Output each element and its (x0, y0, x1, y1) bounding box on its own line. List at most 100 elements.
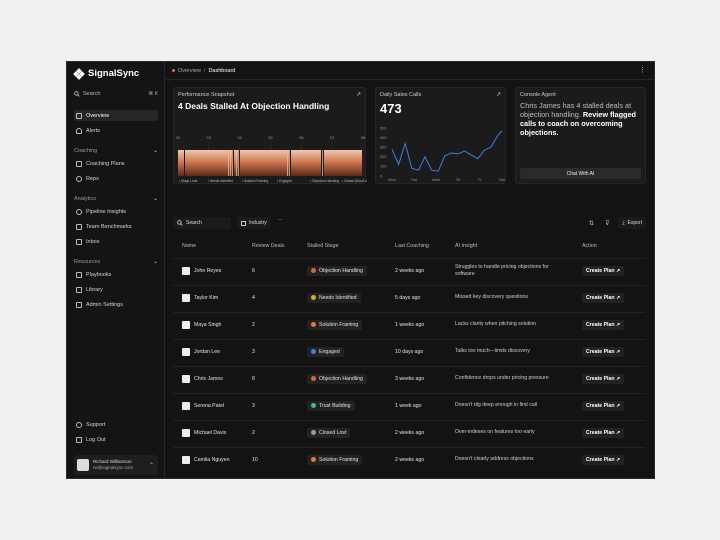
row-checkbox[interactable] (182, 266, 190, 275)
row-checkbox[interactable] (182, 347, 190, 356)
chat-with-ai-button[interactable]: Chat With AI (520, 168, 641, 179)
more-vertical-icon[interactable]: ⋮ (639, 66, 646, 74)
action-cell: Create Plan ↗ (582, 313, 625, 336)
more-horizontal-icon[interactable]: ··· (277, 217, 283, 223)
library-icon (76, 286, 82, 293)
name-cell: Maya Singh (182, 313, 221, 336)
row-checkbox[interactable] (182, 428, 190, 437)
review-deals-cell: 8 (252, 375, 255, 382)
name-cell: John Reyes (182, 259, 221, 282)
insight-text: Missed key discovery questions (455, 294, 528, 301)
x-tick-label: Sat (499, 178, 506, 182)
header-review-deals[interactable]: Review Deals (252, 243, 284, 249)
table-row[interactable]: Serena Patel 3 Trust Building 1 week ago Doe… (173, 393, 646, 416)
sort-icon[interactable]: ⇅ (586, 217, 596, 229)
x-tick-label: Fr (478, 178, 482, 182)
sidebar-item-label: Library (86, 286, 103, 293)
sidebar-item-admin-settings[interactable]: Admin Settings (74, 299, 158, 310)
header-name[interactable]: Name (182, 243, 196, 249)
table-row[interactable]: Maya Singh 2 Solution Framing 1 weeks ago La… (173, 312, 646, 335)
breadcrumb-parent[interactable]: Overview (178, 68, 201, 74)
header-ai-insight[interactable]: AI Insight (455, 243, 477, 249)
section-resources[interactable]: Resources ⌄ (74, 258, 158, 266)
stage-icon (311, 376, 316, 381)
sidebar-item-overview[interactable]: Overview (74, 110, 158, 121)
insight-cell: Doesn't dig deep enough in first call (455, 394, 563, 417)
stage-label: Needs Identified (319, 294, 357, 301)
breadcrumb: Overview / Dashboard ⋮ (166, 62, 654, 80)
stage-cell: Needs Identified (307, 286, 361, 309)
y-tick-label: 500 (380, 126, 386, 130)
table-row[interactable]: Michael Davis 2 Closed Lost 2 weeks ago Over… (173, 420, 646, 443)
stage-badge: Solution Framing (307, 454, 363, 465)
insight-cell: Talks too much—limits discovery (455, 340, 563, 363)
stage-icon (311, 295, 316, 300)
user-menu[interactable]: Richard Williamson rw@signalsync.com ⌃ (74, 455, 158, 475)
stage-label: • Closed (Won/Lost) (342, 179, 367, 183)
sidebar-item-log-out[interactable]: Log Out (74, 434, 158, 445)
sidebar-item-support[interactable]: Support (74, 419, 158, 430)
insight-cell: Confidence drops under pricing pressure (455, 367, 563, 390)
row-checkbox[interactable] (182, 455, 190, 464)
table-search-input[interactable]: Search (173, 217, 231, 229)
create-plan-button[interactable]: Create Plan ↗ (582, 292, 625, 303)
sidebar-item-library[interactable]: Library (74, 284, 158, 295)
filter-icon[interactable]: ⊽ (602, 217, 612, 229)
create-plan-button[interactable]: Create Plan ↗ (582, 454, 625, 465)
create-plan-button[interactable]: Create Plan ↗ (582, 265, 625, 276)
rep-name: Jordan Lee (194, 348, 220, 355)
row-checkbox[interactable] (182, 401, 190, 410)
sidebar-item-coaching-plans[interactable]: Coaching Plans (74, 158, 158, 169)
x-tick-label: Tue (411, 178, 417, 182)
stage-cell: Solution Framing (307, 313, 363, 336)
axis-tick-label: 03 (207, 135, 212, 140)
header-last-coaching[interactable]: Last Coaching (395, 243, 429, 249)
stage-bar-stripe (238, 150, 239, 176)
header-action[interactable]: Action (582, 243, 597, 249)
review-deals-cell: 4 (252, 294, 255, 301)
sidebar-item-inbox[interactable]: Inbox (74, 236, 158, 247)
stage-icon (311, 349, 316, 354)
daily-calls-series-line (391, 130, 503, 172)
rep-name: Serena Patel (194, 402, 224, 409)
insight-text: Struggles to handle pricing objections f… (455, 264, 549, 277)
row-checkbox[interactable] (182, 320, 190, 329)
sidebar-item-pipeline-insights[interactable]: Pipeline Insights (74, 206, 158, 217)
create-plan-button[interactable]: Create Plan ↗ (582, 400, 625, 411)
stage-bar-stripe (236, 150, 237, 176)
last-coaching-cell: 2 weeks ago (395, 456, 425, 463)
download-icon: ⤓ (622, 220, 625, 226)
create-plan-button[interactable]: Create Plan ↗ (582, 373, 625, 384)
last-coaching-cell: 5 days ago (395, 294, 421, 301)
table-row[interactable]: Taylor Kim 4 Needs Identified 5 days ago Mis… (173, 285, 646, 308)
avatar (77, 459, 89, 471)
row-checkbox[interactable] (182, 293, 190, 302)
sidebar-item-reps[interactable]: Reps (74, 173, 158, 184)
breadcrumb-separator: / (203, 67, 206, 74)
sidebar-item-team-benchmarks[interactable]: Team Benchmarks (74, 221, 158, 232)
header-stalled-stage[interactable]: Stalled Stage (307, 243, 339, 249)
performance-card: Performance Snapshot ↗ 4 Deals Stalled A… (173, 87, 367, 184)
stage-bar-stripe (228, 150, 229, 176)
industry-filter-button[interactable]: Industry (237, 217, 271, 229)
table-row[interactable]: Camila Nguyen 10 Solution Framing 2 weeks a… (173, 447, 646, 470)
table-row[interactable]: Jordan Lee 3 Engaged 10 days ago Talks too m… (173, 339, 646, 362)
create-plan-button[interactable]: Create Plan ↗ (582, 346, 625, 357)
sidebar-item-playbooks[interactable]: Playbooks (74, 269, 158, 280)
y-tick-label: 0 (380, 174, 382, 178)
stage-bar-chart: 02 03 04 05 06 07 08 • Stage Lead • Needs Identi… (176, 135, 367, 183)
create-plan-button[interactable]: Create Plan ↗ (582, 427, 625, 438)
stage-label: • Objection Handling (310, 179, 339, 183)
sidebar-item-alerts[interactable]: Alerts (74, 125, 158, 136)
sidebar-search[interactable]: Search ⌘ K (74, 88, 158, 100)
section-coaching[interactable]: Coaching ⌄ (74, 147, 158, 155)
table-row[interactable]: Chris James 8 Objection Handling 3 weeks ag… (173, 366, 646, 389)
name-cell: Serena Patel (182, 394, 224, 417)
y-tick-label: 400 (380, 136, 386, 140)
name-cell: Taylor Kim (182, 286, 218, 309)
export-button[interactable]: ⤓ Export (618, 217, 646, 229)
section-analytics[interactable]: Analytics ⌄ (74, 195, 158, 203)
create-plan-button[interactable]: Create Plan ↗ (582, 319, 625, 330)
row-checkbox[interactable] (182, 374, 190, 383)
table-row[interactable]: John Reyes 6 Objection Handling 2 weeks ago… (173, 258, 646, 281)
